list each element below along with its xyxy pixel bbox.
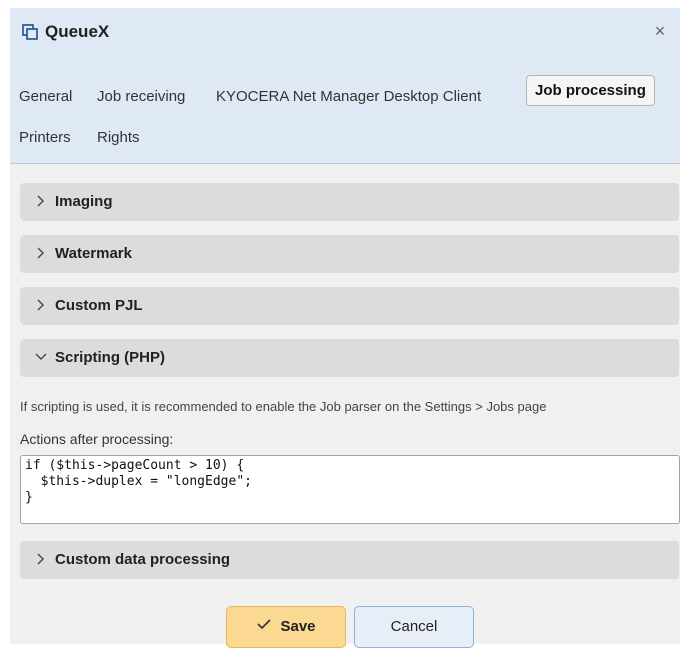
section-label: Watermark <box>55 245 132 262</box>
check-icon <box>256 607 272 647</box>
section-scripting-php[interactable]: Scripting (PHP) <box>20 339 679 377</box>
tab-job-receiving[interactable]: Job receiving <box>97 88 185 105</box>
tab-kyocera-client[interactable]: KYOCERA Net Manager Desktop Client <box>216 88 481 105</box>
section-imaging[interactable]: Imaging <box>20 183 679 221</box>
chevron-right-icon <box>34 298 48 312</box>
chevron-right-icon <box>34 552 48 566</box>
cancel-button[interactable]: Cancel <box>354 606 474 648</box>
section-label: Custom PJL <box>55 297 143 314</box>
section-custom-data-processing[interactable]: Custom data processing <box>20 541 679 579</box>
tab-printers[interactable]: Printers <box>19 129 71 146</box>
section-label: Scripting (PHP) <box>55 349 166 366</box>
script-code-editor[interactable]: if ($this->pageCount > 10) { $this->dupl… <box>20 455 680 524</box>
section-label: Custom data processing <box>55 551 231 568</box>
close-button[interactable]: × <box>650 20 670 42</box>
chevron-down-icon <box>34 350 48 364</box>
copy-windows-icon <box>22 24 38 40</box>
section-label: Imaging <box>55 193 113 210</box>
actions-after-processing-label: Actions after processing: <box>20 431 174 447</box>
tab-general[interactable]: General <box>19 88 72 105</box>
chevron-right-icon <box>34 246 48 260</box>
tab-job-processing[interactable]: Job processing <box>526 75 655 106</box>
queue-settings-dialog: QueueX × General Job receiving KYOCERA N… <box>10 8 680 648</box>
section-watermark[interactable]: Watermark <box>20 235 679 273</box>
section-custom-pjl[interactable]: Custom PJL <box>20 287 679 325</box>
save-label: Save <box>280 618 316 635</box>
dialog-title: QueueX <box>45 22 110 41</box>
scripting-info-text: If scripting is used, it is recommended … <box>20 399 547 414</box>
chevron-right-icon <box>34 194 48 208</box>
dialog-titlebar: QueueX × <box>10 8 680 56</box>
tab-rights[interactable]: Rights <box>97 129 140 146</box>
save-button[interactable]: Save <box>226 606 346 648</box>
tab-bar: General Job receiving KYOCERA Net Manage… <box>10 56 680 164</box>
